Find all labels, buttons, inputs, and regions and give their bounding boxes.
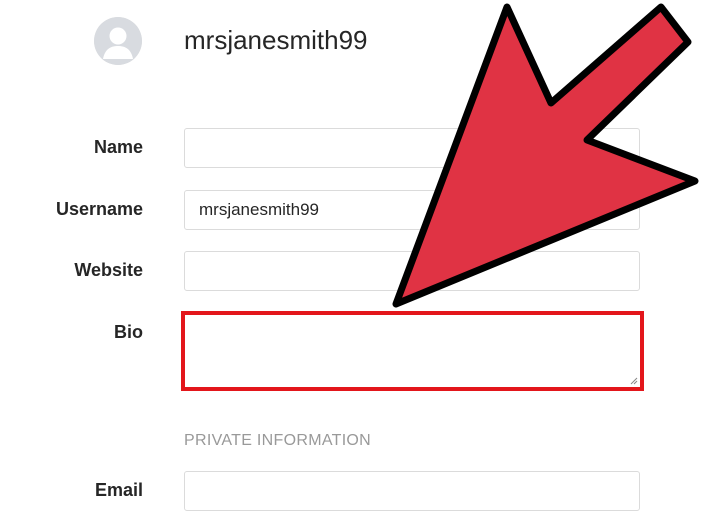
website-label: Website bbox=[74, 260, 143, 280]
resize-handle-icon[interactable] bbox=[630, 377, 638, 385]
avatar[interactable] bbox=[94, 17, 142, 65]
username-input[interactable]: mrsjanesmith99 bbox=[184, 190, 640, 230]
email-label: Email bbox=[94, 480, 143, 500]
bio-textarea-highlight[interactable] bbox=[181, 311, 644, 391]
email-input[interactable] bbox=[184, 471, 640, 511]
website-input[interactable] bbox=[184, 251, 640, 291]
private-information-heading: PRIVATE INFORMATION bbox=[184, 432, 372, 449]
bio-label: Bio bbox=[114, 322, 143, 342]
default-user-avatar-icon bbox=[94, 17, 142, 65]
name-label: Name bbox=[93, 137, 143, 157]
profile-username-heading: mrsjanesmith99 bbox=[184, 25, 368, 55]
username-label: Username bbox=[55, 199, 143, 219]
name-input[interactable] bbox=[184, 128, 640, 168]
